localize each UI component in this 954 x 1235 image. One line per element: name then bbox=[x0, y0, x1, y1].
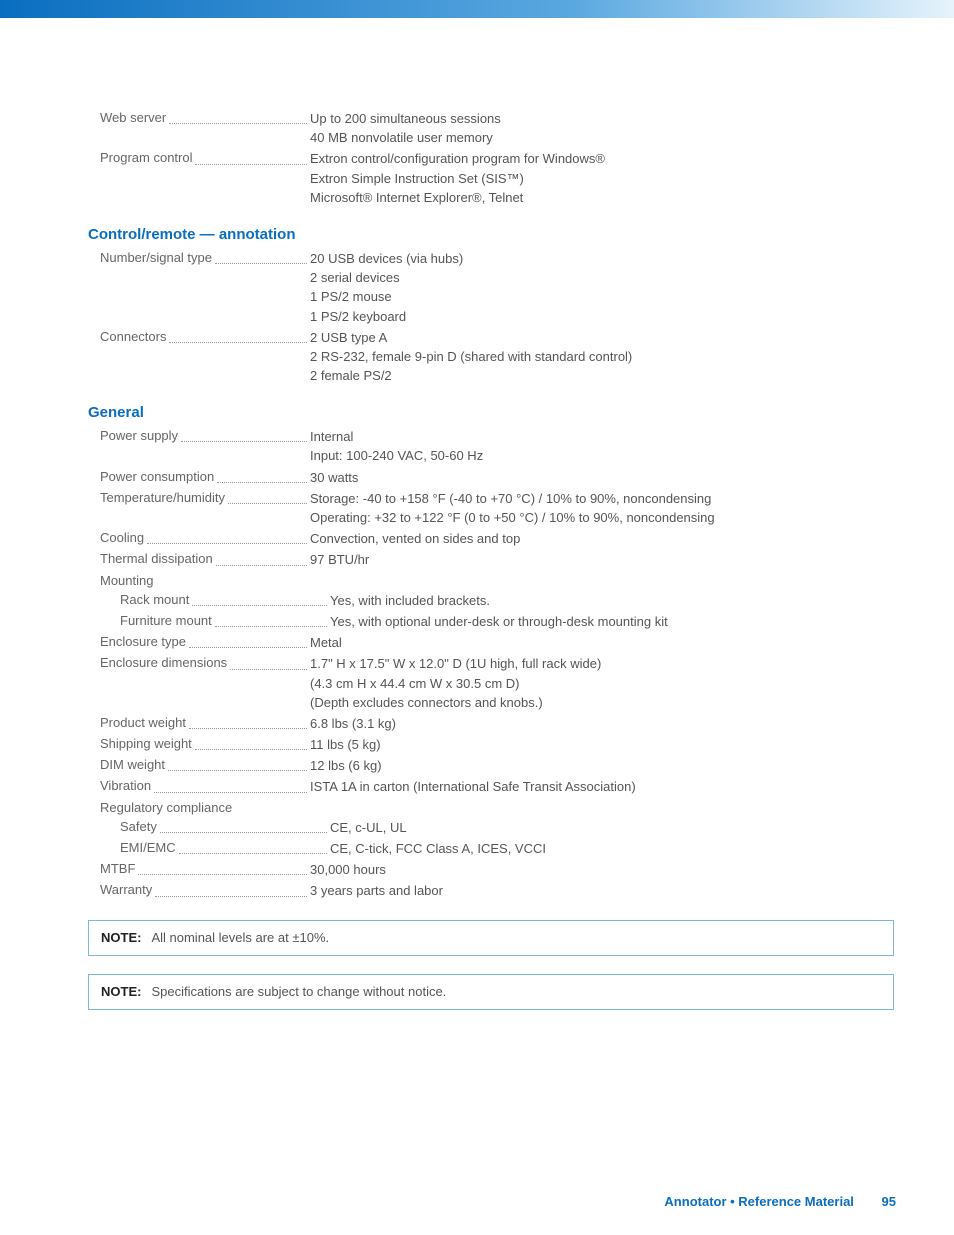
spec-label: Vibration bbox=[100, 777, 151, 795]
spec-label: Shipping weight bbox=[100, 735, 192, 753]
spec-label: Temperature/humidity bbox=[100, 489, 225, 507]
spec-value: 6.8 lbs (3.1 kg) bbox=[310, 714, 884, 734]
spec-row: Warranty 3 years parts and labor bbox=[100, 881, 884, 901]
spec-label: Cooling bbox=[100, 529, 144, 547]
page: Web server Up to 200 simultaneous sessio… bbox=[0, 0, 954, 1235]
spec-row: Program control Extron control/configura… bbox=[100, 149, 884, 208]
spec-label: Enclosure dimensions bbox=[100, 654, 227, 672]
spec-value: Extron control/configuration program for… bbox=[310, 149, 884, 208]
spec-label: Number/signal type bbox=[100, 249, 212, 267]
spec-value: 1.7" H x 17.5" W x 12.0" D (1U high, ful… bbox=[310, 654, 884, 713]
spec-value: 2 USB type A2 RS-232, female 9-pin D (sh… bbox=[310, 328, 884, 387]
spec-row: Product weight 6.8 lbs (3.1 kg) bbox=[100, 714, 884, 734]
note-label: NOTE: bbox=[101, 983, 141, 1001]
spec-label: MTBF bbox=[100, 860, 135, 878]
spec-value: 30,000 hours bbox=[310, 860, 884, 880]
spec-value: 11 lbs (5 kg) bbox=[310, 735, 884, 755]
spec-row: Power supply InternalInput: 100-240 VAC, … bbox=[100, 427, 884, 466]
spec-value: 20 USB devices (via hubs)2 serial device… bbox=[310, 249, 884, 327]
spec-value: Metal bbox=[310, 633, 884, 653]
spec-label: Program control bbox=[100, 149, 192, 167]
spec-label: DIM weight bbox=[100, 756, 165, 774]
spec-row: Enclosure dimensions 1.7" H x 17.5" W x 1… bbox=[100, 654, 884, 713]
spec-row: Number/signal type 20 USB devices (via h… bbox=[100, 249, 884, 327]
spec-value: Yes, with included brackets. bbox=[330, 591, 884, 611]
note-box: NOTE: Specifications are subject to chan… bbox=[88, 974, 894, 1010]
spec-row: Furniture mount Yes, with optional under-… bbox=[100, 612, 884, 632]
note-box: NOTE: All nominal levels are at ±10%. bbox=[88, 920, 894, 956]
spec-value: CE, C-tick, FCC Class A, ICES, VCCI bbox=[330, 839, 884, 859]
spec-label: Connectors bbox=[100, 328, 166, 346]
section-heading: Control/remote — annotation bbox=[88, 224, 884, 245]
note-text: Specifications are subject to change wit… bbox=[151, 983, 446, 1001]
spec-row: EMI/EMC CE, C-tick, FCC Class A, ICES, VC… bbox=[100, 839, 884, 859]
spec-value: 30 watts bbox=[310, 468, 884, 488]
header-bar bbox=[0, 0, 954, 18]
spec-row: MTBF 30,000 hours bbox=[100, 860, 884, 880]
spec-label: Product weight bbox=[100, 714, 186, 732]
spec-value: Convection, vented on sides and top bbox=[310, 529, 884, 549]
spec-row: Thermal dissipation 97 BTU/hr bbox=[100, 550, 884, 570]
spec-value: Yes, with optional under-desk or through… bbox=[330, 612, 884, 632]
spec-label: Power supply bbox=[100, 427, 178, 445]
spec-row: Cooling Convection, vented on sides and t… bbox=[100, 529, 884, 549]
spec-value: 97 BTU/hr bbox=[310, 550, 884, 570]
spec-row: Power consumption 30 watts bbox=[100, 468, 884, 488]
spec-value: ISTA 1A in carton (International Safe Tr… bbox=[310, 777, 884, 797]
spec-row: Web server Up to 200 simultaneous sessio… bbox=[100, 109, 884, 148]
spec-value: InternalInput: 100-240 VAC, 50-60 Hz bbox=[310, 427, 884, 466]
page-footer: Annotator • Reference Material 95 bbox=[664, 1194, 896, 1209]
footer-title: Annotator • Reference Material bbox=[664, 1194, 853, 1209]
spec-row: Safety CE, c-UL, UL bbox=[100, 818, 884, 838]
spec-label: EMI/EMC bbox=[120, 839, 176, 857]
spec-label: Warranty bbox=[100, 881, 152, 899]
spec-row: Temperature/humidity Storage: -40 to +158… bbox=[100, 489, 884, 528]
spec-label: Furniture mount bbox=[120, 612, 212, 630]
spec-label: Enclosure type bbox=[100, 633, 186, 651]
spec-value: Storage: -40 to +158 °F (-40 to +70 °C) … bbox=[310, 489, 884, 528]
spec-value: CE, c-UL, UL bbox=[330, 818, 884, 838]
spec-label: Mounting bbox=[100, 572, 153, 590]
note-text: All nominal levels are at ±10%. bbox=[151, 929, 329, 947]
spec-row: Enclosure type Metal bbox=[100, 633, 884, 653]
spec-value: 12 lbs (6 kg) bbox=[310, 756, 884, 776]
spec-row: Vibration ISTA 1A in carton (Internationa… bbox=[100, 777, 884, 797]
page-number: 95 bbox=[882, 1194, 896, 1209]
spec-row: DIM weight 12 lbs (6 kg) bbox=[100, 756, 884, 776]
note-label: NOTE: bbox=[101, 929, 141, 947]
spec-row: Connectors 2 USB type A2 RS-232, female … bbox=[100, 328, 884, 387]
section-heading: General bbox=[88, 402, 884, 423]
spec-value: 3 years parts and labor bbox=[310, 881, 884, 901]
spec-label: Rack mount bbox=[120, 591, 189, 609]
spec-row: Shipping weight 11 lbs (5 kg) bbox=[100, 735, 884, 755]
spec-label: Web server bbox=[100, 109, 166, 127]
content: Web server Up to 200 simultaneous sessio… bbox=[0, 18, 954, 1010]
spec-row: Rack mount Yes, with included brackets. bbox=[100, 591, 884, 611]
spec-label: Thermal dissipation bbox=[100, 550, 213, 568]
spec-label: Safety bbox=[120, 818, 157, 836]
spec-value: Up to 200 simultaneous sessions40 MB non… bbox=[310, 109, 884, 148]
spec-label: Power consumption bbox=[100, 468, 214, 486]
